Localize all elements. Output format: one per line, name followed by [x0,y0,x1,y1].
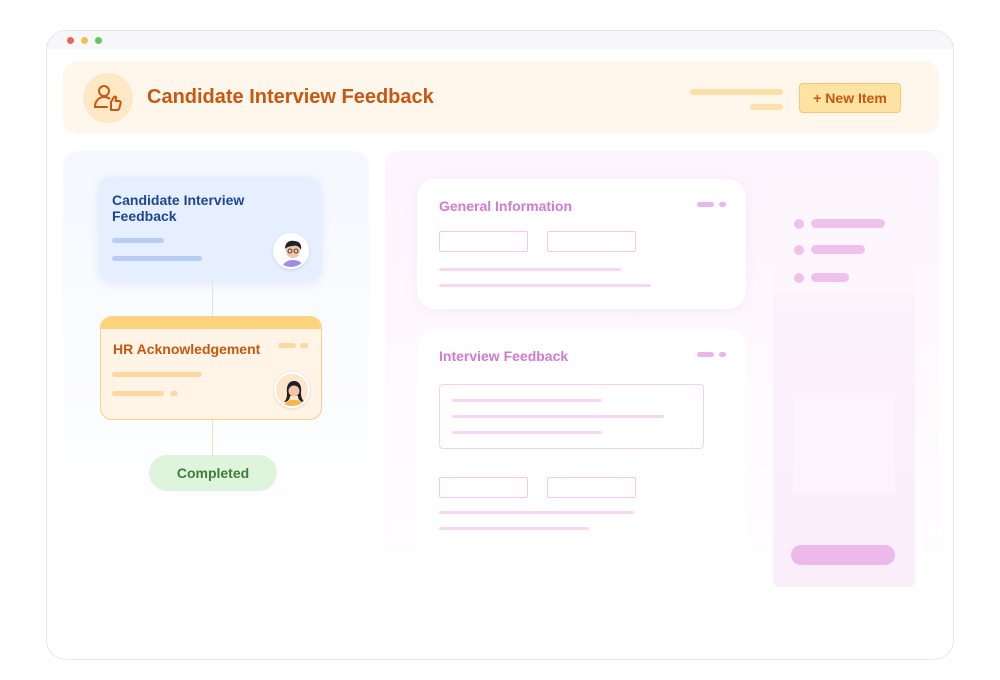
card-header-strip [101,317,321,329]
workflow-step-candidate-feedback[interactable]: Candidate Interview Feedback [99,177,321,281]
title-bar [47,31,953,49]
interview-feedback-section: Interview Feedback [417,329,746,621]
step-title: HR Acknowledgement [113,341,261,357]
minimize-window-dot[interactable] [81,37,88,44]
section-title: Interview Feedback [439,348,569,364]
placeholder-dot [170,391,178,396]
step-title: Candidate Interview Feedback [112,192,245,224]
list-item-placeholder [811,219,885,228]
workflow-step-hr-acknowledgement[interactable]: HR Acknowledgement [100,316,322,420]
placeholder-bar [112,256,202,261]
placeholder-line [439,511,634,514]
placeholder-bar [112,391,164,396]
list-item-placeholder [811,245,865,254]
maximize-window-dot[interactable] [95,37,102,44]
header-placeholder-line-short [750,104,783,110]
list-item-placeholder [811,273,849,282]
placeholder-line [452,399,602,402]
page-header: Candidate Interview Feedback + New Item [63,61,939,134]
close-window-dot[interactable] [67,37,74,44]
section-menu-icon[interactable] [719,202,726,207]
list-bullet [794,245,804,255]
workflow-connector [212,420,213,455]
general-information-section: General Information [417,179,746,309]
candidate-avatar [273,233,309,269]
placeholder-line [452,431,602,434]
placeholder-dot [278,343,296,348]
section-menu-icon[interactable] [719,352,726,357]
placeholder-bar [112,238,164,243]
section-menu-icon[interactable] [697,352,714,357]
list-bullet [794,273,804,283]
hr-avatar [274,372,310,408]
form-input[interactable] [547,231,636,252]
side-card-placeholder-box [793,393,895,493]
status-completed-badge: Completed [149,455,277,491]
placeholder-line [439,284,651,287]
placeholder-bar [112,372,202,377]
feedback-textarea[interactable] [439,384,704,449]
placeholder-line [439,527,589,530]
side-summary-card [773,173,915,587]
form-input[interactable] [439,477,528,498]
placeholder-line [439,268,621,271]
header-placeholder-line [690,89,783,95]
form-input[interactable] [547,477,636,498]
section-title: General Information [439,198,573,214]
placeholder-line [452,415,664,418]
workflow-connector [212,281,213,316]
form-input[interactable] [439,231,528,252]
side-card-top [773,173,915,293]
page-title: Candidate Interview Feedback [147,86,434,108]
placeholder-dot [300,343,308,348]
app-window: Candidate Interview Feedback + New Item … [46,30,954,660]
side-action-button[interactable] [791,545,895,565]
list-bullet [794,219,804,229]
section-menu-icon[interactable] [697,202,714,207]
user-thumbs-up-icon [83,73,133,123]
new-item-button[interactable]: + New Item [799,83,901,113]
